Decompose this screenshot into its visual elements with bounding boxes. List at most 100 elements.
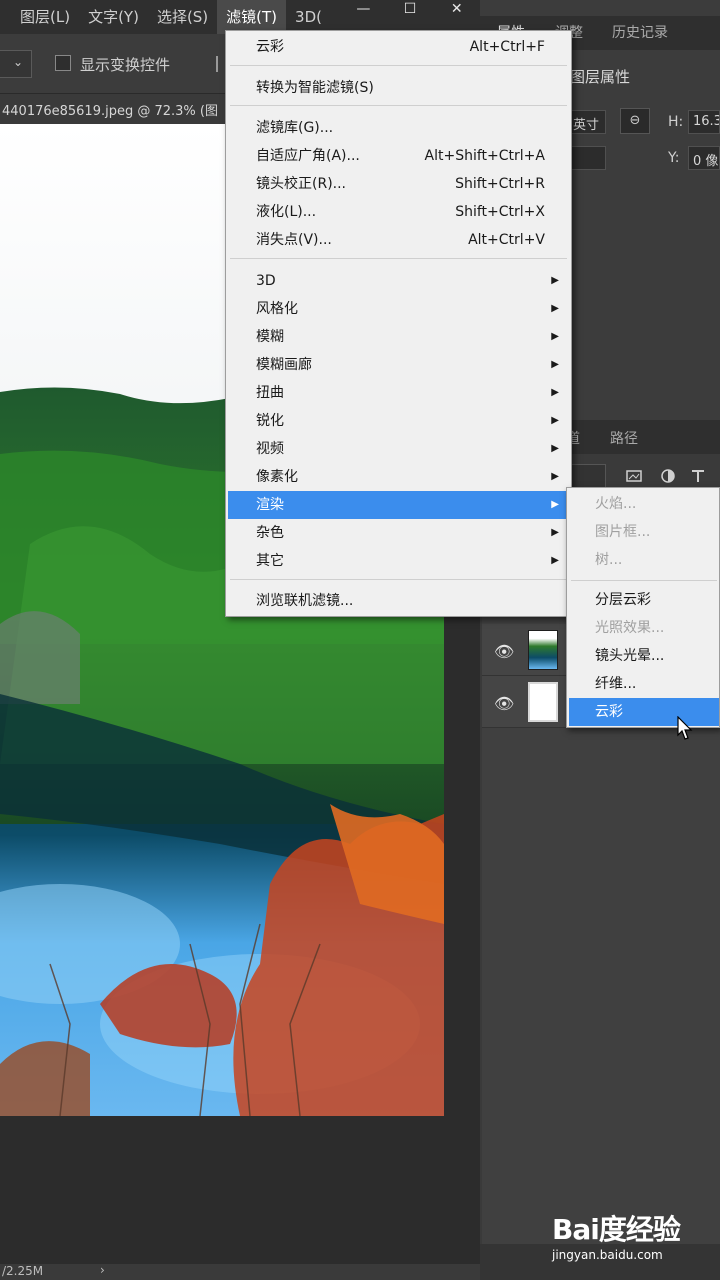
tab-paths[interactable]: 路径 [610,428,638,448]
menu-type[interactable]: 文字(Y) [79,0,148,34]
close-button[interactable]: ✕ [433,0,480,20]
eye-icon[interactable]: 👁 [494,694,514,713]
menu-item-sharpen[interactable]: 锐化 ▶ [228,407,569,435]
submenu-arrow-icon: ▶ [551,275,559,286]
menu-item-browse-online-filters[interactable]: 浏览联机滤镜... [228,587,569,615]
width-field[interactable]: 英寸 [566,110,606,134]
eye-icon[interactable]: 👁 [494,642,514,661]
menu-item-blur[interactable]: 模糊 ▶ [228,323,569,351]
submenu-item-flame[interactable]: 火焰... [569,490,719,518]
menu-item-label: 滤镜库(G)... [256,120,334,136]
menu-item-label: 杂色 [256,525,284,541]
tab-history[interactable]: 历史记录 [612,22,668,42]
chevron-down-icon: ⌄ [12,55,23,69]
height-field[interactable]: 16.3 [688,110,720,134]
submenu-item-difference-clouds[interactable]: 分层云彩 [569,586,719,614]
minimize-button[interactable]: — [340,0,387,20]
menu-item-lens-correction[interactable]: 镜头校正(R)... Shift+Ctrl+R [228,170,569,198]
submenu-arrow-icon: ▶ [551,471,559,482]
x-field[interactable] [566,146,606,170]
menu-item-label: 其它 [256,553,284,569]
menu-item-shortcut: Alt+Shift+Ctrl+A [424,148,545,164]
menu-item-label: 自适应广角(A)... [256,148,360,164]
submenu-item-lighting-effects[interactable]: 光照效果... [569,614,719,642]
submenu-arrow-icon: ▶ [551,499,559,510]
menu-item-distort[interactable]: 扭曲 ▶ [228,379,569,407]
submenu-arrow-icon: ▶ [551,303,559,314]
menu-item-stylize[interactable]: 风格化 ▶ [228,295,569,323]
menu-item-label: 扭曲 [256,385,284,401]
menu-item-filter-gallery[interactable]: 滤镜库(G)... [228,114,569,142]
image-filter-icon[interactable] [626,468,642,484]
menu-item-label: 镜头校正(R)... [256,176,347,192]
menu-item-shortcut: Alt+Ctrl+F [469,39,545,55]
menu-item-label: 液化(L)... [256,204,317,220]
menu-3d[interactable]: 3D( [286,0,331,34]
submenu-item-clouds[interactable]: 云彩 [569,698,719,726]
menu-item-label: 模糊画廊 [256,357,312,373]
submenu-item-lens-flare[interactable]: 镜头光晕... [569,642,719,670]
layer-filter-dropdown[interactable] [570,464,606,488]
menu-item-shortcut: Shift+Ctrl+R [455,176,545,192]
menu-item-3d[interactable]: 3D ▶ [228,267,569,295]
submenu-arrow-icon: ▶ [551,527,559,538]
menu-item-blur-gallery[interactable]: 模糊画廊 ▶ [228,351,569,379]
submenu-item-fibers[interactable]: 纤维... [569,670,719,698]
watermark-url: jingyan.baidu.com [552,1248,663,1262]
adjustment-filter-icon[interactable] [660,468,676,484]
menu-item-label: 浏览联机滤镜... [256,593,354,609]
menu-item-last-filter[interactable]: 云彩 Alt+Ctrl+F [228,33,569,61]
tool-preset-dropdown[interactable]: ⌄ [0,50,32,78]
watermark-logo: Bai度经验 [552,1213,681,1246]
submenu-arrow-icon: ▶ [551,387,559,398]
filter-menu: 云彩 Alt+Ctrl+F 转换为智能滤镜(S) 滤镜库(G)... 自适应广角… [225,30,572,617]
document-tab-label: 440176e85619.jpeg @ 72.3% (图 [2,104,218,119]
status-arrow-icon[interactable]: › [100,1263,105,1277]
menu-separator [230,65,567,66]
show-transform-checkbox[interactable] [55,55,71,71]
menu-item-label: 3D [256,273,276,289]
status-bar: /2.25M › [0,1263,480,1280]
mouse-cursor-icon [677,716,693,740]
menu-item-label: 转换为智能滤镜(S) [256,80,374,96]
menu-item-label: 云彩 [256,39,284,55]
submenu-item-picture-frame[interactable]: 图片框... [569,518,719,546]
type-filter-icon[interactable] [690,468,706,484]
submenu-item-tree[interactable]: 树... [569,546,719,574]
menu-select[interactable]: 选择(S) [148,0,217,34]
link-icon[interactable]: ⊖ [620,108,650,134]
menu-filter[interactable]: 滤镜(T) [217,0,287,34]
menu-item-noise[interactable]: 杂色 ▶ [228,519,569,547]
menu-item-liquify[interactable]: 液化(L)... Shift+Ctrl+X [228,198,569,226]
y-field[interactable]: 0 像 [688,146,720,170]
menu-item-label: 渲染 [256,497,284,513]
menu-layer[interactable]: 图层(L) [0,0,79,34]
menu-item-video[interactable]: 视频 ▶ [228,435,569,463]
panel-subtitle: 图层属性 [570,68,631,86]
menu-item-shortcut: Alt+Ctrl+V [468,232,545,248]
menu-item-render[interactable]: 渲染 ▶ [228,491,569,519]
submenu-arrow-icon: ▶ [551,331,559,342]
submenu-arrow-icon: ▶ [551,443,559,454]
submenu-arrow-icon: ▶ [551,555,559,566]
pasteboard [0,1116,444,1264]
y-label: Y: [668,150,680,166]
menu-item-convert-smart-filter[interactable]: 转换为智能滤镜(S) [228,74,569,102]
submenu-arrow-icon: ▶ [551,359,559,370]
show-transform-label: 显示变换控件 [80,56,171,74]
menu-item-label: 视频 [256,441,284,457]
menu-separator [230,258,567,259]
menu-item-pixelate[interactable]: 像素化 ▶ [228,463,569,491]
menu-separator [230,105,567,106]
maximize-button[interactable]: ☐ [387,0,434,20]
menu-item-label: 风格化 [256,301,298,317]
menu-item-label: 模糊 [256,329,284,345]
menu-item-vanishing-point[interactable]: 消失点(V)... Alt+Ctrl+V [228,226,569,254]
menu-item-adaptive-wide-angle[interactable]: 自适应广角(A)... Alt+Shift+Ctrl+A [228,142,569,170]
layer-thumbnail [528,682,558,722]
menu-item-other[interactable]: 其它 ▶ [228,547,569,575]
layer-thumbnail [528,630,558,670]
menu-item-shortcut: Shift+Ctrl+X [455,204,545,220]
menu-item-label: 锐化 [256,413,284,429]
menu-item-label: 消失点(V)... [256,232,332,248]
